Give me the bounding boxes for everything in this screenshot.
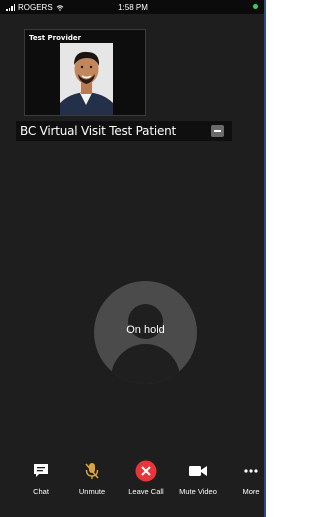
provider-name-label: Test Provider bbox=[29, 34, 82, 42]
patient-name-bar: BC Virtual Visit Test Patient bbox=[16, 121, 232, 141]
leave-call-button[interactable]: Leave Call bbox=[120, 455, 172, 496]
provider-portrait-icon bbox=[60, 43, 113, 115]
more-icon bbox=[244, 469, 258, 473]
call-controls-bar: Chat Unmute Leave Call Mute Video More bbox=[0, 455, 264, 517]
provider-video-feed bbox=[60, 43, 113, 115]
mute-video-button[interactable]: Mute Video bbox=[172, 455, 224, 496]
patient-name: BC Virtual Visit Test Patient bbox=[20, 124, 177, 138]
mic-muted-icon bbox=[85, 463, 99, 479]
status-bar: ROGERS 1:58 PM bbox=[0, 0, 264, 14]
battery-indicator-icon bbox=[253, 4, 258, 9]
minimize-icon[interactable] bbox=[211, 125, 224, 137]
unmute-button[interactable]: Unmute bbox=[66, 455, 118, 496]
patient-avatar: On hold bbox=[94, 281, 197, 384]
avatar-body-shape bbox=[111, 344, 180, 384]
unmute-label: Unmute bbox=[78, 487, 106, 496]
chat-icon bbox=[34, 464, 48, 477]
provider-video-tile[interactable]: Test Provider bbox=[24, 29, 146, 116]
leave-call-label: Leave Call bbox=[128, 487, 164, 496]
more-button[interactable]: More bbox=[225, 455, 264, 496]
more-label: More bbox=[242, 487, 260, 496]
chat-button[interactable]: Chat bbox=[15, 455, 67, 496]
leave-call-icon bbox=[135, 460, 157, 482]
call-status-text: On hold bbox=[126, 324, 165, 336]
video-call-screen: ROGERS 1:58 PM Test Provider BC Virtual … bbox=[0, 0, 266, 517]
chat-label: Chat bbox=[33, 487, 49, 496]
video-camera-icon bbox=[189, 466, 207, 476]
mute-video-label: Mute Video bbox=[179, 487, 217, 496]
status-time: 1:58 PM bbox=[118, 3, 148, 12]
